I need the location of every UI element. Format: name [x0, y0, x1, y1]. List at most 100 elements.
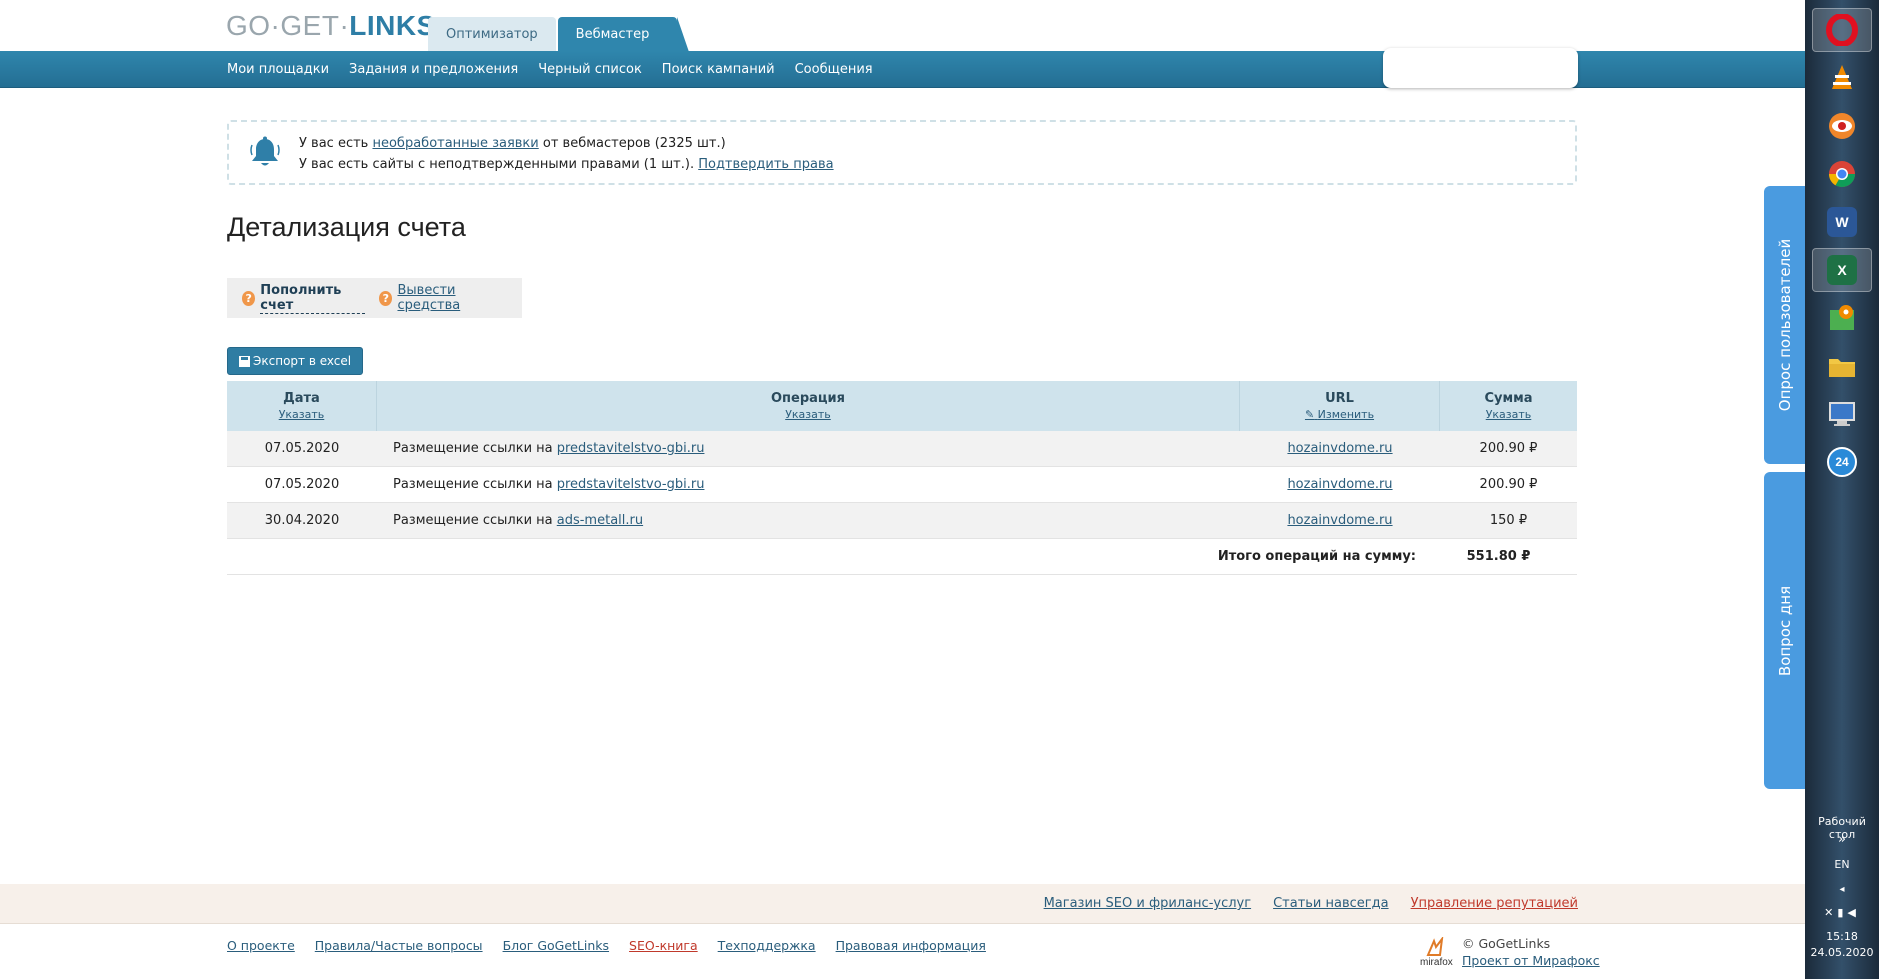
clock-date[interactable]: 24.05.2020 — [1805, 946, 1879, 959]
opera-icon — [1826, 14, 1858, 46]
taskbar-eye-app[interactable] — [1812, 104, 1872, 148]
column-url: URL ✎ Изменить — [1240, 381, 1440, 431]
taskbar-opera[interactable] — [1812, 8, 1872, 52]
table-total-row: Итого операций на сумму: 551.80 ₽ — [227, 539, 1577, 575]
fox-icon — [1426, 935, 1444, 956]
tray-icons[interactable]: ✕▮◀ — [1805, 906, 1879, 919]
footer-services: Магазин SEO и фриланс-услуг Статьи навсе… — [0, 884, 1805, 924]
map-pin-icon — [1830, 305, 1854, 330]
copyright-text: © GoGetLinks — [1462, 936, 1551, 951]
nav-messages[interactable]: Сообщения — [795, 62, 873, 77]
taskbar-chrome[interactable] — [1812, 152, 1872, 196]
target-site-link[interactable]: predstavitelstvo-gbi.ru — [557, 477, 705, 492]
column-sum: Сумма Указать — [1484, 391, 1533, 421]
footer-seo-shop-link[interactable]: Магазин SEO и фриланс-услуг — [1044, 896, 1252, 911]
row-sum: 200.90 ₽ — [1479, 441, 1538, 456]
gogetlinks-logo[interactable]: GO·GET·LINKS — [226, 10, 436, 42]
account-actions: ? Пополнить счет ? Вывести средства — [227, 278, 522, 318]
taskbar-excel[interactable]: X — [1812, 248, 1872, 292]
question-icon: ? — [242, 290, 256, 306]
nav-my-sites[interactable]: Мои площадки — [227, 62, 329, 77]
total-value: 551.80 ₽ — [1466, 549, 1531, 564]
taskbar-app-24[interactable]: 24 — [1812, 440, 1872, 484]
topup-link[interactable]: Пополнить счет — [260, 283, 366, 314]
footer-blog-link[interactable]: Блог GoGetLinks — [503, 938, 609, 953]
eye-icon — [1829, 113, 1855, 139]
table-header: Дата Указать Операция Указать URL ✎ Изме… — [227, 381, 1577, 431]
folder-icon — [1829, 359, 1855, 377]
table-row: 07.05.2020 Размещение ссылки на predstav… — [227, 467, 1577, 503]
taskbar-maps[interactable] — [1812, 296, 1872, 340]
footer: О проекте Правила/Частые вопросы Блог Go… — [0, 924, 1805, 979]
unprocessed-requests-link[interactable]: необработанные заявки — [372, 136, 538, 151]
footer-rules-link[interactable]: Правила/Частые вопросы — [315, 938, 483, 953]
question-of-day-side-tab[interactable]: Вопрос дня — [1764, 472, 1806, 789]
footer-legal-link[interactable]: Правовая информация — [836, 938, 986, 953]
footer-articles-link[interactable]: Статьи навсегда — [1273, 896, 1389, 911]
nav-tasks-offers[interactable]: Задания и предложения — [349, 62, 518, 77]
sum-filter-link[interactable]: Указать — [1486, 408, 1532, 421]
row-operation: Размещение ссылки на ads-metall.ru — [393, 513, 644, 528]
mirafox-project-link[interactable]: Проект от Мирафокс — [1462, 953, 1600, 968]
row-operation: Размещение ссылки на predstavitelstvo-gb… — [393, 477, 705, 492]
nav-blacklist[interactable]: Черный список — [538, 62, 642, 77]
row-url: hozainvdome.ru — [1240, 513, 1440, 528]
footer-seo-book-link[interactable]: SEO-книга — [629, 938, 698, 953]
row-date: 07.05.2020 — [264, 477, 340, 492]
row-operation: Размещение ссылки на predstavitelstvo-gb… — [393, 441, 705, 456]
row-sum: 200.90 ₽ — [1479, 477, 1538, 492]
vlc-cone-icon — [1832, 65, 1852, 89]
nav-campaign-search[interactable]: Поиск кампаний — [662, 62, 775, 77]
question-icon: ? — [379, 290, 393, 306]
operation-filter-link[interactable]: Указать — [785, 408, 831, 421]
word-icon: W — [1827, 207, 1857, 237]
target-site-link[interactable]: ads-metall.ru — [557, 513, 643, 528]
chevron-down-icon[interactable]: » — [1805, 832, 1879, 847]
copyright-block: © GoGetLinks Проект от Мирафокс — [1462, 936, 1600, 968]
topup-action: ? Пополнить счет — [242, 283, 366, 314]
chevron-left-icon[interactable]: ◂ — [1805, 884, 1879, 895]
export-excel-button[interactable]: Экспорт в excel — [227, 347, 364, 375]
table-row: 07.05.2020 Размещение ссылки на predstav… — [227, 431, 1577, 467]
url-change-link[interactable]: ✎ Изменить — [1305, 408, 1374, 421]
date-filter-link[interactable]: Указать — [279, 408, 325, 421]
footer-about-link[interactable]: О проекте — [227, 938, 295, 953]
site-url-link[interactable]: hozainvdome.ru — [1287, 441, 1392, 456]
total-label: Итого операций на сумму: — [1217, 549, 1416, 564]
survey-side-tab[interactable]: Опрос пользователей — [1764, 186, 1806, 464]
site-header: GO·GET·LINKS Оптимизатор Вебмастер Мои п… — [0, 0, 1805, 88]
row-sum: 150 ₽ — [1489, 513, 1528, 528]
table-row: 30.04.2020 Размещение ссылки на ads-meta… — [227, 503, 1577, 539]
notice-line-requests: У вас есть необработанные заявки от вебм… — [299, 136, 726, 151]
save-icon — [239, 355, 250, 367]
monitor-icon — [1829, 402, 1855, 426]
taskbar-computer[interactable] — [1812, 392, 1872, 436]
withdraw-action: ? Вывести средства — [379, 283, 508, 313]
windows-taskbar: W X 24 Рабочий стол » EN ◂ ✕▮◀ 15:18 24.… — [1805, 0, 1879, 979]
confirm-rights-link[interactable]: Подтвердить права — [698, 157, 833, 172]
row-date: 30.04.2020 — [264, 513, 340, 528]
tab-webmaster[interactable]: Вебмастер — [557, 17, 690, 52]
notification-box: У вас есть необработанные заявки от вебм… — [227, 120, 1577, 185]
row-url: hozainvdome.ru — [1240, 441, 1440, 456]
clock-time[interactable]: 15:18 — [1805, 930, 1879, 943]
tab-optimizer[interactable]: Оптимизатор — [428, 17, 556, 52]
chrome-icon — [1828, 161, 1856, 188]
language-indicator[interactable]: EN — [1805, 858, 1879, 871]
excel-icon: X — [1827, 255, 1857, 285]
transactions-table: Дата Указать Операция Указать URL ✎ Изме… — [227, 381, 1577, 575]
site-url-link[interactable]: hozainvdome.ru — [1287, 513, 1392, 528]
column-date: Дата Указать — [227, 381, 377, 431]
target-site-link[interactable]: predstavitelstvo-gbi.ru — [557, 441, 705, 456]
bell-icon — [250, 136, 280, 166]
user-panel[interactable] — [1383, 48, 1578, 88]
pencil-icon: ✎ — [1304, 408, 1315, 421]
taskbar-explorer[interactable] — [1812, 344, 1872, 388]
withdraw-link[interactable]: Вывести средства — [397, 283, 508, 313]
footer-support-link[interactable]: Техподдержка — [718, 938, 816, 953]
site-url-link[interactable]: hozainvdome.ru — [1287, 477, 1392, 492]
taskbar-vlc[interactable] — [1812, 56, 1872, 100]
taskbar-word[interactable]: W — [1812, 200, 1872, 244]
mirafox-logo[interactable]: mirafox — [1420, 935, 1460, 969]
footer-reputation-link[interactable]: Управление репутацией — [1411, 896, 1578, 911]
